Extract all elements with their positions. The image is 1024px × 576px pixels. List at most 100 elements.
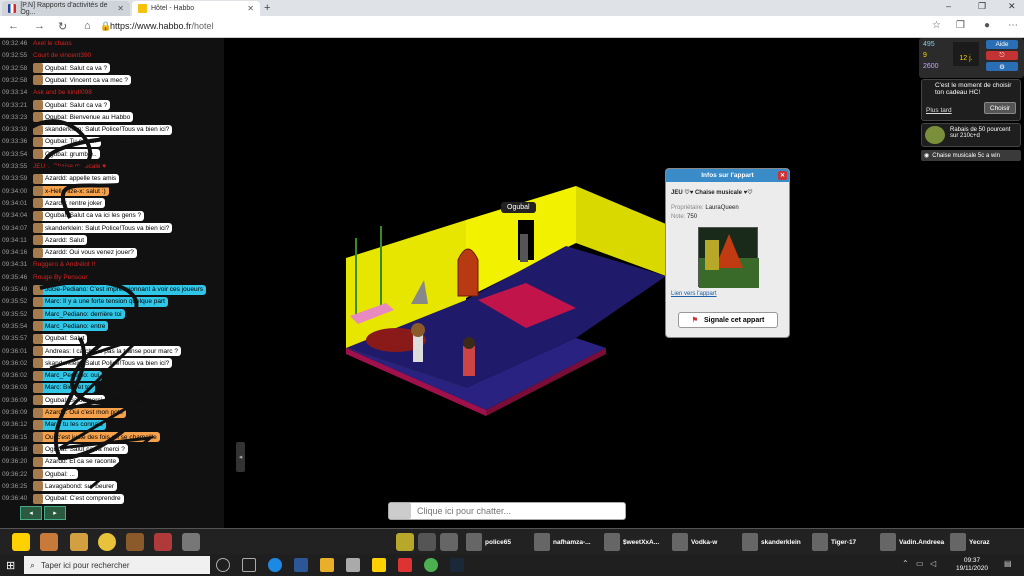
- windows-start-icon[interactable]: ⊞: [6, 559, 15, 572]
- edge-icon[interactable]: [268, 558, 282, 572]
- chat-bubble[interactable]: x-Hello-ilze-x: salut :): [33, 186, 109, 197]
- store-icon[interactable]: [294, 558, 308, 572]
- tray-arrow-icon[interactable]: ⌃: [902, 559, 909, 568]
- chat-bubble[interactable]: Ogubal: ...: [33, 469, 78, 479]
- file-explorer-icon[interactable]: [320, 558, 334, 572]
- chat-bubble[interactable]: Marc_Pediano: entre: [33, 321, 109, 332]
- chat-bubble[interactable]: skanderklein: Salut Police!Tous va bien …: [33, 358, 173, 369]
- chat-input[interactable]: [417, 506, 617, 516]
- friend-item[interactable]: Tiger-17: [812, 533, 856, 551]
- exit-button[interactable]: ⎋: [986, 51, 1018, 60]
- minimize-button[interactable]: –: [946, 1, 951, 11]
- inventory-icon[interactable]: [126, 533, 144, 551]
- room-tag[interactable]: ◉ Chaise musicale 5c a win: [921, 150, 1021, 161]
- chat-bubble[interactable]: Marc: Il y a une forte tension quelque p…: [33, 296, 168, 307]
- chat-bubble[interactable]: Jucie-Pediano: C'est impressionnant à vo…: [33, 284, 207, 295]
- chat-history-panel[interactable]: 09:32:46 Axel le chaos 09:32:55 Court de vi…: [0, 38, 224, 528]
- collapse-chat-button[interactable]: ◂: [236, 442, 245, 472]
- shop-icon[interactable]: [98, 533, 116, 551]
- room-canvas[interactable]: Ogubal: [246, 38, 916, 528]
- chat-bubble[interactable]: Ogubal: C'est comprendre: [33, 493, 124, 504]
- chat-bubble[interactable]: Marc_Pediano: derrière toi: [33, 309, 125, 320]
- notifications-icon[interactable]: ▤: [1004, 559, 1012, 568]
- catalog-icon[interactable]: [70, 533, 88, 551]
- friends-icon[interactable]: [396, 533, 414, 551]
- maximize-button[interactable]: ❐: [978, 1, 986, 12]
- chat-bubble[interactable]: Ogubal: Salut ca va merci ?: [33, 444, 128, 455]
- close-tab-icon[interactable]: ✕: [247, 4, 254, 13]
- chat-bubble[interactable]: Azardd: Salut: [33, 235, 88, 246]
- tab-rapports[interactable]: [P.N] Rapports d'activités de Og... ✕: [2, 1, 130, 16]
- hc-days[interactable]: 12 j.: [953, 42, 979, 66]
- friend-item[interactable]: skanderklein: [742, 533, 801, 551]
- settings-button[interactable]: ⚙: [986, 62, 1018, 71]
- search-friends-icon[interactable]: [440, 533, 458, 551]
- friend-item[interactable]: Yecraz: [950, 533, 990, 551]
- chat-bubble[interactable]: Rouge By Pensour: [33, 272, 91, 282]
- chat-bubble[interactable]: Ogubal: Salut merci: [33, 395, 106, 406]
- chat-bubble[interactable]: Azardd: Et ca se raconte: [33, 456, 120, 467]
- offer-banner[interactable]: Rabais de 50 pourcent sur 210c+d: [921, 123, 1021, 147]
- report-room-button[interactable]: ⚑ Signale cet appart: [678, 312, 778, 328]
- close-tab-icon[interactable]: ✕: [117, 4, 124, 13]
- chat-bubble[interactable]: Azardd: appelle tes amis: [33, 173, 120, 184]
- navigator-icon[interactable]: [40, 533, 58, 551]
- owner-name[interactable]: LauraQueen: [705, 205, 738, 211]
- chat-bubble[interactable]: Marc: Bien et toi: [33, 382, 95, 393]
- network-icon[interactable]: ▭: [916, 559, 924, 568]
- friend-item[interactable]: Vadin.Andreea: [880, 533, 944, 551]
- chat-bubble[interactable]: Ogubal: Salut ca va ici les gens ?: [33, 210, 145, 221]
- chat-prev-button[interactable]: ◂: [20, 506, 42, 520]
- habbo-home-icon[interactable]: [12, 533, 30, 551]
- messenger-icon[interactable]: [418, 533, 436, 551]
- chat-next-button[interactable]: ▸: [44, 506, 66, 520]
- chrome-icon[interactable]: [424, 558, 438, 572]
- back-icon[interactable]: ←: [8, 20, 19, 32]
- steam-icon[interactable]: [450, 558, 464, 572]
- tab-habbo[interactable]: Hôtel - Habbo ✕: [132, 1, 260, 16]
- chat-bubble[interactable]: Axel le chaos: [33, 39, 75, 49]
- chat-bubble[interactable]: Marc_Pediano: oui: [33, 370, 103, 381]
- mail-icon[interactable]: [346, 558, 360, 572]
- chat-bubble[interactable]: skanderklein: Salut Police!Tous va bien …: [33, 124, 173, 135]
- close-window-button[interactable]: ✕: [1008, 1, 1016, 12]
- chat-bubble[interactable]: Ogubal: Vincent ca va mec ?: [33, 75, 131, 86]
- taskbar-clock[interactable]: 09:37 19/11/2020: [950, 557, 994, 573]
- choose-button[interactable]: Choisir: [984, 102, 1016, 114]
- home-icon[interactable]: ⌂: [84, 20, 91, 32]
- chat-bubble[interactable]: Azardd: Oui vous venez jouer?: [33, 247, 137, 258]
- chat-bubble[interactable]: Azardd: Oui c'est mon pote: [33, 407, 127, 418]
- chat-bubble[interactable]: Court de vincent390: [33, 51, 94, 61]
- chat-bubble[interactable]: Marc: tu les connais: [33, 419, 106, 430]
- chat-bubble[interactable]: JEU ♥ Chaise musicale ♥: [33, 162, 109, 172]
- chat-bubble[interactable]: Ruggero & Andrélot !!: [33, 260, 98, 270]
- friend-item[interactable]: nafhamza-...: [534, 533, 591, 551]
- room-link[interactable]: Lien vers l'appart: [671, 291, 717, 297]
- help-button[interactable]: Aide: [986, 40, 1018, 49]
- task-view-icon[interactable]: [242, 558, 256, 572]
- url-field[interactable]: https://www.habbo.fr/hotel: [110, 21, 214, 31]
- chat-bubble[interactable]: Ogubal: Salut: [33, 333, 88, 344]
- chat-bubble[interactable]: Oui c'est juste des fois on se chamaille: [33, 432, 160, 443]
- chat-bubble[interactable]: Andreas: I catch tas pas la transe pour …: [33, 346, 181, 356]
- profile-icon[interactable]: ●: [984, 20, 990, 31]
- more-icon[interactable]: ⋯: [1008, 20, 1018, 31]
- friend-item[interactable]: Vodka-w: [672, 533, 717, 551]
- chat-bubble[interactable]: Lavagabond: sur beurer: [33, 481, 118, 492]
- close-icon[interactable]: ✕: [778, 171, 787, 180]
- profile-avatar-icon[interactable]: [154, 533, 172, 551]
- volume-icon[interactable]: ◁: [930, 559, 936, 568]
- sticky-notes-icon[interactable]: [372, 558, 386, 572]
- forward-icon[interactable]: →: [34, 20, 45, 32]
- taskbar-search[interactable]: ⌕ Taper ici pour rechercher: [24, 556, 210, 574]
- chat-bubble[interactable]: Azardd: rentre joker: [33, 198, 106, 209]
- chat-bubble[interactable]: Ogubal: grumble..: [33, 149, 100, 160]
- friend-item[interactable]: $weetXxA...: [604, 533, 659, 551]
- chat-bubble[interactable]: Ask and be kind!098: [33, 88, 95, 98]
- new-tab-button[interactable]: +: [264, 2, 270, 14]
- favorite-star-icon[interactable]: ☆: [932, 20, 941, 31]
- later-link[interactable]: Plus tard: [926, 107, 952, 114]
- camera-icon[interactable]: [182, 533, 200, 551]
- chat-bubble[interactable]: Ogubal: Tu ca va?: [33, 136, 101, 147]
- cortana-icon[interactable]: [216, 558, 230, 572]
